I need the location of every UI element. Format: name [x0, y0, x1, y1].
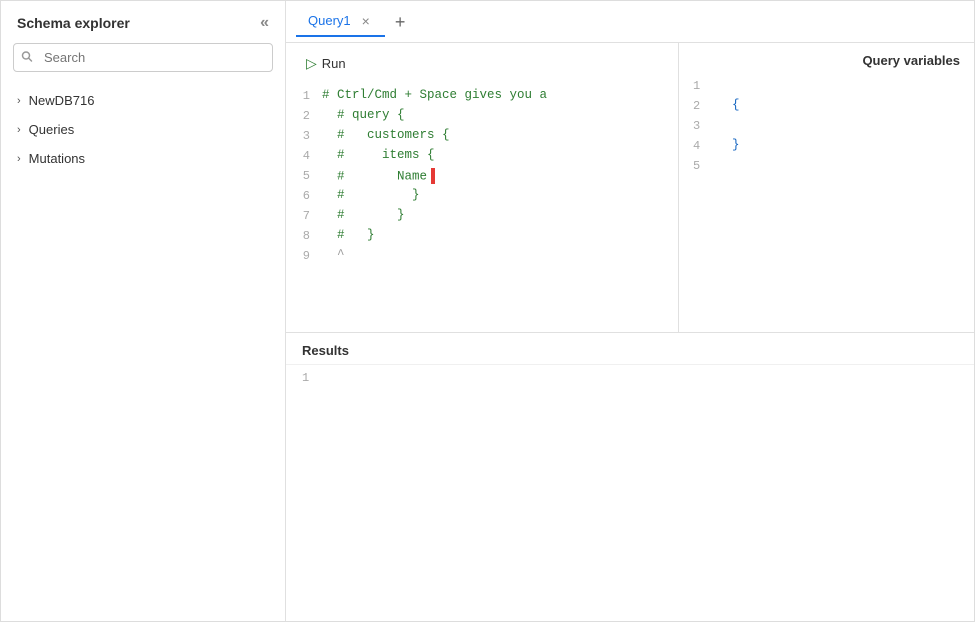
line-content: # Ctrl/Cmd + Space gives you a — [322, 88, 678, 102]
code-line: 4 # items { — [286, 148, 678, 168]
qv-line-content: } — [717, 138, 740, 152]
qv-line-number: 5 — [693, 158, 717, 173]
line-content: # } — [322, 228, 678, 242]
error-marker — [431, 168, 435, 184]
results-line-number: 1 — [302, 371, 326, 385]
line-content: # Name — [322, 168, 678, 184]
qv-line-number: 4 — [693, 138, 717, 153]
line-content: # items { — [322, 148, 678, 162]
line-number: 1 — [286, 88, 322, 103]
search-icon — [21, 50, 33, 65]
sidebar-item-mutations[interactable]: › Mutations — [5, 144, 281, 173]
query-var-line: 1 — [693, 78, 960, 98]
editor-pane: ▷ Run 1# Ctrl/Cmd + Space gives you a2 #… — [286, 43, 679, 332]
line-number: 8 — [286, 228, 322, 243]
chevron-right-icon: › — [17, 124, 21, 136]
qv-line-number: 2 — [693, 98, 717, 113]
line-number: 3 — [286, 128, 322, 143]
query-variables-title: Query variables — [679, 43, 974, 74]
run-bar: ▷ Run — [286, 43, 678, 84]
line-content: # } — [322, 208, 678, 222]
sidebar-item-newdb716[interactable]: › NewDB716 — [5, 86, 281, 115]
run-triangle-icon: ▷ — [306, 55, 317, 72]
line-number: 2 — [286, 108, 322, 123]
code-line: 5 # Name — [286, 168, 678, 188]
line-content: # query { — [322, 108, 678, 122]
sidebar-item-label: Mutations — [29, 151, 85, 166]
sidebar-title: Schema explorer — [17, 15, 130, 31]
results-title: Results — [286, 333, 974, 365]
query-var-line: 2 { — [693, 98, 960, 118]
line-content: ^ — [322, 248, 678, 262]
qv-line-content: { — [717, 98, 740, 112]
query-variables-code[interactable]: 1 2 {3 4 }5 — [679, 74, 974, 182]
code-editor[interactable]: 1# Ctrl/Cmd + Space gives you a2 # query… — [286, 84, 678, 332]
main-content: Query1 × + ▷ Run 1# Ctrl/Cmd + Space giv… — [286, 1, 974, 621]
query-var-line: 5 — [693, 158, 960, 178]
query-var-line: 4 } — [693, 138, 960, 158]
tab-query1[interactable]: Query1 × — [296, 7, 385, 37]
sidebar-item-queries[interactable]: › Queries — [5, 115, 281, 144]
line-number: 5 — [286, 168, 322, 183]
code-line: 7 # } — [286, 208, 678, 228]
results-line: 1 — [286, 371, 974, 391]
code-line: 3 # customers { — [286, 128, 678, 148]
chevron-right-icon: › — [17, 153, 21, 165]
search-input[interactable] — [13, 43, 273, 72]
sidebar-nav: › NewDB716 › Queries › Mutations — [1, 86, 285, 173]
line-number: 7 — [286, 208, 322, 223]
qv-line-number: 1 — [693, 78, 717, 93]
search-box — [13, 43, 273, 72]
results-section: Results 1 — [286, 333, 974, 622]
tab-add-button[interactable]: + — [389, 11, 412, 33]
editor-section: ▷ Run 1# Ctrl/Cmd + Space gives you a2 #… — [286, 43, 974, 333]
run-label: Run — [322, 56, 346, 71]
line-content: # customers { — [322, 128, 678, 142]
line-number: 4 — [286, 148, 322, 163]
tabs-bar: Query1 × + — [286, 1, 974, 43]
collapse-button[interactable]: « — [256, 13, 273, 33]
line-number: 9 — [286, 248, 322, 263]
results-content: 1 — [286, 365, 974, 622]
code-line: 9 ^ — [286, 248, 678, 268]
tab-label: Query1 — [308, 13, 351, 28]
code-line: 1# Ctrl/Cmd + Space gives you a — [286, 88, 678, 108]
tab-close-button[interactable]: × — [359, 13, 373, 29]
sidebar: Schema explorer « › NewDB716 › Queries — [1, 1, 286, 621]
app-container: Schema explorer « › NewDB716 › Queries — [0, 0, 975, 622]
chevron-right-icon: › — [17, 95, 21, 107]
line-number: 6 — [286, 188, 322, 203]
code-line: 8 # } — [286, 228, 678, 248]
run-button[interactable]: ▷ Run — [298, 51, 354, 76]
query-variables-pane: Query variables 1 2 {3 4 }5 — [679, 43, 974, 332]
code-line: 2 # query { — [286, 108, 678, 128]
cursor-caret: ^ — [337, 248, 345, 262]
code-line: 6 # } — [286, 188, 678, 208]
qv-line-number: 3 — [693, 118, 717, 133]
sidebar-item-label: Queries — [29, 122, 75, 137]
line-content: # } — [322, 188, 678, 202]
query-var-line: 3 — [693, 118, 960, 138]
sidebar-item-label: NewDB716 — [29, 93, 95, 108]
sidebar-header: Schema explorer « — [1, 13, 285, 43]
